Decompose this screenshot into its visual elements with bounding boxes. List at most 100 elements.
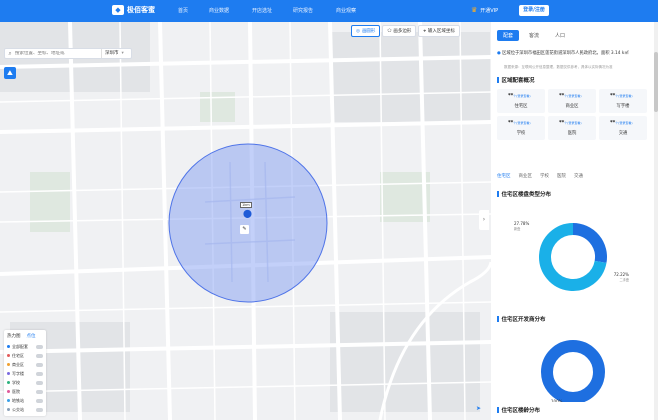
city-label: 深圳市: [105, 51, 119, 56]
facility-title-text: 区域配套概况: [501, 78, 535, 84]
legend-toggle[interactable]: [36, 362, 43, 367]
legend-item[interactable]: 医院: [4, 387, 46, 396]
map-canvas[interactable]: ⌕ 深圳市▾ ◎ 画圆形 ⬠ 画多边形 ⌖ 输入区域坐标 ⛰ 1km ⬤ ✎ 热…: [0, 22, 491, 420]
input-coords-button[interactable]: ⌖ 输入区域坐标: [418, 25, 460, 37]
legend-item-label-wrap: 学校: [7, 380, 20, 386]
cat-tab-hospital[interactable]: 医院: [557, 173, 566, 179]
search-input[interactable]: [15, 51, 95, 56]
facility-count-wrap: **个(登录查看): [508, 120, 531, 126]
facility-count-wrap: **个(登录查看): [610, 120, 633, 126]
legend-item-label-wrap: 医院: [7, 389, 20, 395]
legend-item-label-wrap: 写字楼: [7, 371, 24, 377]
facility-label: 学校: [516, 131, 526, 136]
legend-dot-icon: [7, 353, 10, 357]
legend-dot-icon: [7, 344, 10, 348]
facility-card[interactable]: **个(登录查看) 商业区: [548, 89, 596, 113]
facility-count-wrap: **个(登录查看): [508, 93, 531, 99]
facility-unit: 个(登录查看): [615, 121, 633, 125]
circle-tool-icon: ◎: [356, 28, 360, 34]
search-icon[interactable]: ⌕: [5, 50, 15, 58]
legend-item-label: 地铁站: [12, 397, 24, 403]
facility-card[interactable]: **个(登录查看) 医院: [548, 116, 596, 140]
facility-card[interactable]: **个(登录查看) 住宅区: [497, 89, 545, 113]
legend-item-label: 写字楼: [12, 370, 24, 376]
nav-home[interactable]: 首页: [178, 7, 188, 14]
facility-row: **个(登录查看) 住宅区 **个(登录查看) 商业区 **个(登录查看) 写字楼: [497, 89, 647, 113]
selection-circle[interactable]: [168, 143, 328, 303]
panel-collapse-button[interactable]: ›: [479, 210, 489, 230]
legend-toggle[interactable]: [36, 344, 43, 349]
map-roads: [0, 22, 491, 420]
legend-item[interactable]: 全部配套: [4, 342, 46, 351]
logo-icon: ◆: [112, 5, 124, 15]
legend-item[interactable]: 地铁站: [4, 396, 46, 405]
facility-unit: 个(登录查看): [615, 94, 633, 98]
crown-icon: ♛: [471, 6, 478, 14]
vip-link[interactable]: ♛ 开通VIP: [471, 6, 498, 14]
section3-title-text: 住宅区楼龄分布: [501, 408, 541, 414]
legend-dot-icon: [7, 380, 10, 384]
legend-toggle[interactable]: [36, 353, 43, 358]
legend-tab-points[interactable]: 点位: [24, 330, 39, 342]
legend-item[interactable]: 写字楼: [4, 369, 46, 378]
pie-slice[interactable]: [572, 223, 607, 263]
pie-slice-label: 27.78%: [514, 221, 529, 226]
facility-unit: 个(登录查看): [564, 94, 582, 98]
legend-toggle[interactable]: [36, 371, 43, 376]
map-layer-button[interactable]: ⛰: [4, 67, 16, 79]
logo[interactable]: ◆ 极佰客蜜: [112, 5, 155, 15]
legend-tab-heatmap[interactable]: 热力图: [4, 330, 24, 342]
scrollbar-thumb[interactable]: [654, 52, 658, 112]
legend-toggle[interactable]: [36, 380, 43, 385]
legend-item[interactable]: 公交站: [4, 405, 46, 414]
pencil-icon: ✎: [242, 226, 247, 232]
nav-reports[interactable]: 研究报告: [293, 7, 313, 14]
cat-tab-school[interactable]: 学校: [540, 173, 549, 179]
tab-population[interactable]: 人口: [549, 30, 571, 41]
facility-grid: **个(登录查看) 住宅区 **个(登录查看) 商业区 **个(登录查看) 写字楼 **个(…: [497, 89, 647, 143]
facility-card[interactable]: **个(登录查看) 学校: [497, 116, 545, 140]
location-info: ● 区域位于深圳市福田区莲花街道深圳市人民政府北，面积 3.14 k㎡: [497, 51, 647, 57]
cat-tab-residential[interactable]: 住宅区: [497, 173, 511, 179]
polygon-tool-icon: ⬠: [387, 28, 392, 34]
legend-toggle[interactable]: [36, 398, 43, 403]
nav-site-selection[interactable]: 开店选址: [252, 7, 272, 14]
facility-label: 医院: [567, 131, 577, 136]
section1-title-text: 住宅区楼盘类型分布: [501, 192, 552, 198]
legend-item-label-wrap: 公交站: [7, 407, 24, 413]
login-button[interactable]: 登录/注册: [519, 5, 549, 16]
radius-label: 1km: [240, 202, 252, 208]
pie-slice[interactable]: [541, 340, 605, 402]
legend-item-label: 全部配套: [12, 343, 28, 349]
facility-label: 住宅区: [514, 104, 528, 109]
tab-facilities[interactable]: 配套: [497, 30, 520, 41]
legend-item[interactable]: 商业区: [4, 360, 46, 369]
map-draw-toolbar: ◎ 画圆形 ⬠ 画多边形 ⌖ 输入区域坐标: [351, 25, 460, 37]
locate-icon[interactable]: ➤: [476, 405, 481, 412]
cat-tab-transport[interactable]: 交通: [574, 173, 583, 179]
tab-traffic[interactable]: 客流: [523, 30, 545, 41]
legend-item[interactable]: 住宅区: [4, 351, 46, 360]
data-note: 数据来源：互联网公开信息整理，数据仅供参考，具体以实际情况为准: [504, 65, 613, 69]
nav-business-data[interactable]: 商业数据: [209, 7, 229, 14]
city-select[interactable]: 深圳市 ▾: [101, 49, 124, 58]
panel-scrollbar[interactable]: [654, 22, 658, 420]
section-marker: [497, 77, 499, 83]
draw-polygon-button[interactable]: ⬠ 画多边形: [382, 25, 417, 37]
legend-toggle[interactable]: [36, 407, 43, 412]
facility-count-wrap: **个(登录查看): [610, 93, 633, 99]
facility-count-wrap: **个(登录查看): [559, 93, 582, 99]
cat-tab-commercial[interactable]: 商业区: [519, 173, 533, 179]
facility-card[interactable]: **个(登录查看) 交通: [599, 116, 647, 140]
legend-item-label: 医院: [12, 388, 20, 394]
location-pin-icon[interactable]: ⬤: [243, 209, 252, 218]
nav-insights[interactable]: 商业观察: [336, 7, 356, 14]
legend-toggle[interactable]: [36, 389, 43, 394]
donut-chart-property-type: 27.78%新盘 72.22%二手盘: [514, 221, 630, 291]
legend-item[interactable]: 学校: [4, 378, 46, 387]
section-marker: [497, 407, 499, 413]
facility-count-wrap: **个(登录查看): [559, 120, 582, 126]
facility-card[interactable]: **个(登录查看) 写字楼: [599, 89, 647, 113]
draw-circle-button[interactable]: ◎ 画圆形: [351, 25, 381, 37]
edit-circle-button[interactable]: ✎: [240, 225, 249, 234]
